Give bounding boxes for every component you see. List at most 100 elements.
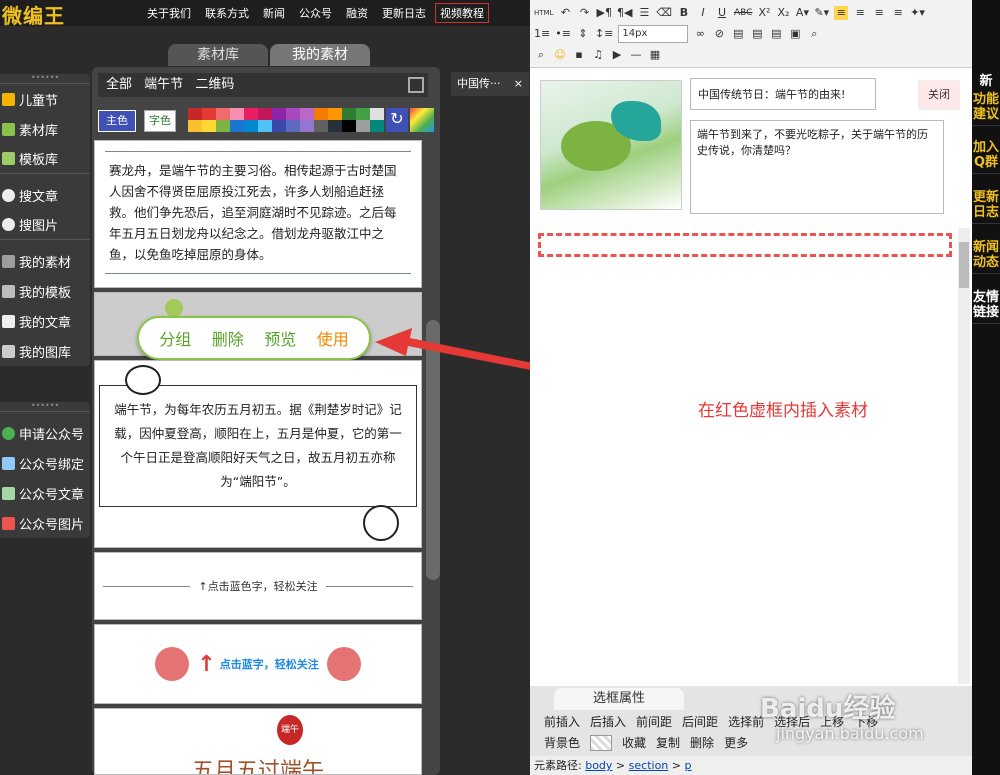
- palette-swatch[interactable]: [328, 120, 342, 132]
- palette-swatch[interactable]: [286, 108, 300, 120]
- nav-changelog[interactable]: 更新日志: [375, 5, 433, 21]
- subscript-icon[interactable]: X₂: [776, 6, 790, 20]
- palette-swatch[interactable]: [272, 120, 286, 132]
- unordered-list-icon[interactable]: •≡: [555, 27, 571, 41]
- sidebar-item-my-templates[interactable]: 我的模板: [0, 276, 90, 306]
- group-button[interactable]: 分组: [159, 326, 191, 350]
- palette-swatch[interactable]: [342, 108, 356, 120]
- sidebar-grip[interactable]: ••••••: [0, 74, 90, 84]
- align-right-icon[interactable]: ≡: [872, 6, 886, 20]
- material-card[interactable]: 赛龙舟，是端午节的主要习俗。相传起源于古时楚国人因舍不得贤臣屈原投江死去，许多人…: [94, 140, 422, 288]
- palette-swatch[interactable]: [356, 120, 370, 132]
- ordered-list-icon[interactable]: 1≡: [534, 27, 550, 41]
- spacing-icon[interactable]: ⇕: [576, 27, 590, 41]
- preview-icon[interactable]: ⌕: [534, 48, 548, 62]
- reset-icon[interactable]: ↻: [386, 108, 408, 132]
- filter-qrcode[interactable]: 二维码: [195, 77, 234, 92]
- preview-button[interactable]: 预览: [264, 326, 296, 350]
- tab-material-library[interactable]: 素材库: [168, 44, 268, 66]
- favorite-button[interactable]: 收藏: [622, 734, 646, 751]
- sidebar-item-childrens-day[interactable]: 儿童节: [0, 84, 90, 114]
- palette-swatch[interactable]: [202, 108, 216, 120]
- redo-icon[interactable]: ↷: [577, 6, 591, 20]
- news-link[interactable]: 新闻动态: [972, 240, 1000, 274]
- tab-selection-properties[interactable]: 选框属性: [554, 688, 684, 710]
- unlink-icon[interactable]: ⊘: [712, 27, 726, 41]
- insert-image-icon[interactable]: ▣: [788, 27, 802, 41]
- filter-dragon-boat[interactable]: 端午节: [144, 77, 183, 92]
- palette-swatch[interactable]: [258, 108, 272, 120]
- justify-icon[interactable]: ≡: [891, 6, 905, 20]
- palette-swatch[interactable]: [356, 108, 370, 120]
- copy-button[interactable]: 复制: [656, 734, 680, 751]
- html-icon[interactable]: HTML: [534, 6, 553, 20]
- select-before-button[interactable]: 选择前: [728, 713, 764, 730]
- table-icon[interactable]: ▦: [648, 48, 662, 62]
- palette-swatch[interactable]: [314, 108, 328, 120]
- background-color-swatch[interactable]: [590, 734, 613, 751]
- palette-swatch[interactable]: [370, 108, 384, 120]
- format-icon[interactable]: ☰: [637, 6, 651, 20]
- delete-button[interactable]: 删除: [212, 326, 244, 350]
- bold-icon[interactable]: B: [677, 6, 691, 20]
- material-card[interactable]: ↑ 点击蓝字，轻松关注: [94, 624, 422, 704]
- video-icon[interactable]: ▶: [610, 48, 624, 62]
- sidebar-item-my-gallery[interactable]: 我的图库: [0, 336, 90, 366]
- palette-swatch[interactable]: [244, 108, 258, 120]
- font-size-select[interactable]: 14px: [618, 25, 689, 43]
- nav-financing[interactable]: 融资: [339, 5, 375, 21]
- undo-icon[interactable]: ↶: [558, 6, 572, 20]
- palette-swatch[interactable]: [230, 120, 244, 132]
- image-center-icon[interactable]: ▤: [750, 27, 764, 41]
- font-color-button[interactable]: 字色: [144, 110, 176, 132]
- save-icon[interactable]: ▪: [572, 48, 586, 62]
- edit-icon[interactable]: [408, 77, 424, 93]
- sidebar-item-search-article[interactable]: 搜文章: [0, 180, 90, 210]
- palette-swatch[interactable]: [286, 120, 300, 132]
- superscript-icon[interactable]: X²: [757, 6, 771, 20]
- material-card[interactable]: 端午 五月五过端午: [94, 708, 422, 775]
- palette-swatch[interactable]: [216, 120, 230, 132]
- rainbow-icon[interactable]: [410, 108, 434, 132]
- indent-icon[interactable]: ▶¶: [596, 6, 611, 20]
- palette-swatch[interactable]: [258, 120, 272, 132]
- sidebar-item-my-materials[interactable]: 我的素材: [0, 246, 90, 276]
- align-left-icon[interactable]: ≡: [834, 6, 849, 20]
- palette-swatch[interactable]: [188, 120, 202, 132]
- more-button[interactable]: 更多: [724, 734, 748, 751]
- nav-news[interactable]: 新闻: [256, 5, 292, 21]
- palette-swatch[interactable]: [188, 108, 202, 120]
- palette-swatch[interactable]: [202, 120, 216, 132]
- changelog-link[interactable]: 更新日志: [972, 190, 1000, 224]
- emoji-icon[interactable]: ☺: [553, 48, 567, 62]
- material-card[interactable]: ↑点击蓝色字，轻松关注: [94, 552, 422, 620]
- palette-swatch[interactable]: [272, 108, 286, 120]
- sidebar-item-search-image[interactable]: 搜图片: [0, 210, 90, 240]
- italic-icon[interactable]: I: [696, 6, 710, 20]
- summary-field[interactable]: 端午节到来了，不要光吃粽子，关于端午节的历史传说，你清楚吗？: [690, 120, 944, 214]
- image-left-icon[interactable]: ▤: [731, 27, 745, 41]
- clear-format-icon[interactable]: ⌫: [656, 6, 672, 20]
- main-color-button[interactable]: 主色: [98, 110, 136, 132]
- path-p[interactable]: p: [685, 759, 692, 772]
- path-section[interactable]: section: [629, 759, 669, 772]
- music-icon[interactable]: ♫: [591, 48, 605, 62]
- link-icon[interactable]: ∞: [693, 27, 707, 41]
- insert-before-button[interactable]: 前插入: [544, 713, 580, 730]
- path-body[interactable]: body: [585, 759, 612, 772]
- nav-about[interactable]: 关于我们: [140, 5, 198, 21]
- join-qq-group-link[interactable]: 加入Q群: [972, 140, 1000, 174]
- highlight-icon[interactable]: ✎▾: [814, 6, 829, 20]
- align-center-icon[interactable]: ≡: [853, 6, 867, 20]
- paragraph-icon[interactable]: ¶◀: [617, 6, 632, 20]
- feature-suggestion-link[interactable]: 功能建议: [972, 92, 1000, 126]
- palette-swatch[interactable]: [300, 120, 314, 132]
- palette-swatch[interactable]: [244, 120, 258, 132]
- sidebar-item-apply-account[interactable]: 申请公众号: [0, 418, 90, 448]
- sidebar-item-account-images[interactable]: 公众号图片: [0, 508, 90, 538]
- nav-contact[interactable]: 联系方式: [198, 5, 256, 21]
- sidebar-item-account-articles[interactable]: 公众号文章: [0, 478, 90, 508]
- palette-swatch[interactable]: [328, 108, 342, 120]
- insert-after-button[interactable]: 后插入: [590, 713, 626, 730]
- use-button[interactable]: 使用: [317, 326, 349, 350]
